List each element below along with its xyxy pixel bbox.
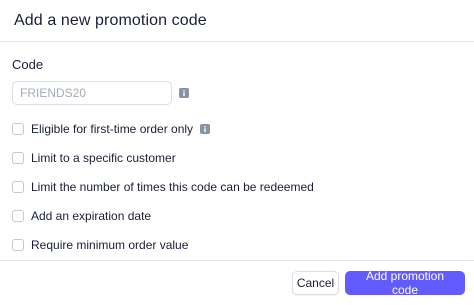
option-specific-customer[interactable]: Limit to a specific customer <box>12 143 462 172</box>
checkbox-specific-customer[interactable] <box>12 151 24 164</box>
dialog-footer: Cancel Add promotion code <box>0 260 474 305</box>
option-label: Require minimum order value <box>31 237 189 252</box>
promotion-code-dialog: Add a new promotion code Code Eligible f… <box>0 0 474 305</box>
option-redemption-limit[interactable]: Limit the number of times this code can … <box>12 172 462 201</box>
info-icon[interactable] <box>200 123 211 134</box>
option-label: Limit the number of times this code can … <box>31 179 314 194</box>
info-icon[interactable] <box>179 88 189 98</box>
options-list: Eligible for first-time order only Limit… <box>12 114 462 259</box>
checkbox-redemption-limit[interactable] <box>12 180 24 193</box>
dialog-header: Add a new promotion code <box>0 0 474 42</box>
code-label: Code <box>12 57 44 72</box>
add-promotion-code-button[interactable]: Add promotion code <box>345 269 465 297</box>
code-input-row <box>12 81 462 105</box>
code-input[interactable] <box>12 81 172 105</box>
dialog-body: Code Eligible for first-time order only <box>0 42 474 259</box>
checkbox-first-time-order[interactable] <box>12 122 24 135</box>
checkbox-expiration-date[interactable] <box>12 209 24 222</box>
cancel-button[interactable]: Cancel <box>292 271 339 295</box>
dialog-title: Add a new promotion code <box>14 11 207 29</box>
option-label: Eligible for first-time order only <box>31 121 194 136</box>
checkbox-minimum-order-value[interactable] <box>12 238 24 251</box>
option-minimum-order-value[interactable]: Require minimum order value <box>12 230 462 259</box>
option-first-time-order[interactable]: Eligible for first-time order only <box>12 114 462 143</box>
option-label: Add an expiration date <box>31 208 152 223</box>
option-label: Limit to a specific customer <box>31 150 176 165</box>
option-expiration-date[interactable]: Add an expiration date <box>12 201 462 230</box>
